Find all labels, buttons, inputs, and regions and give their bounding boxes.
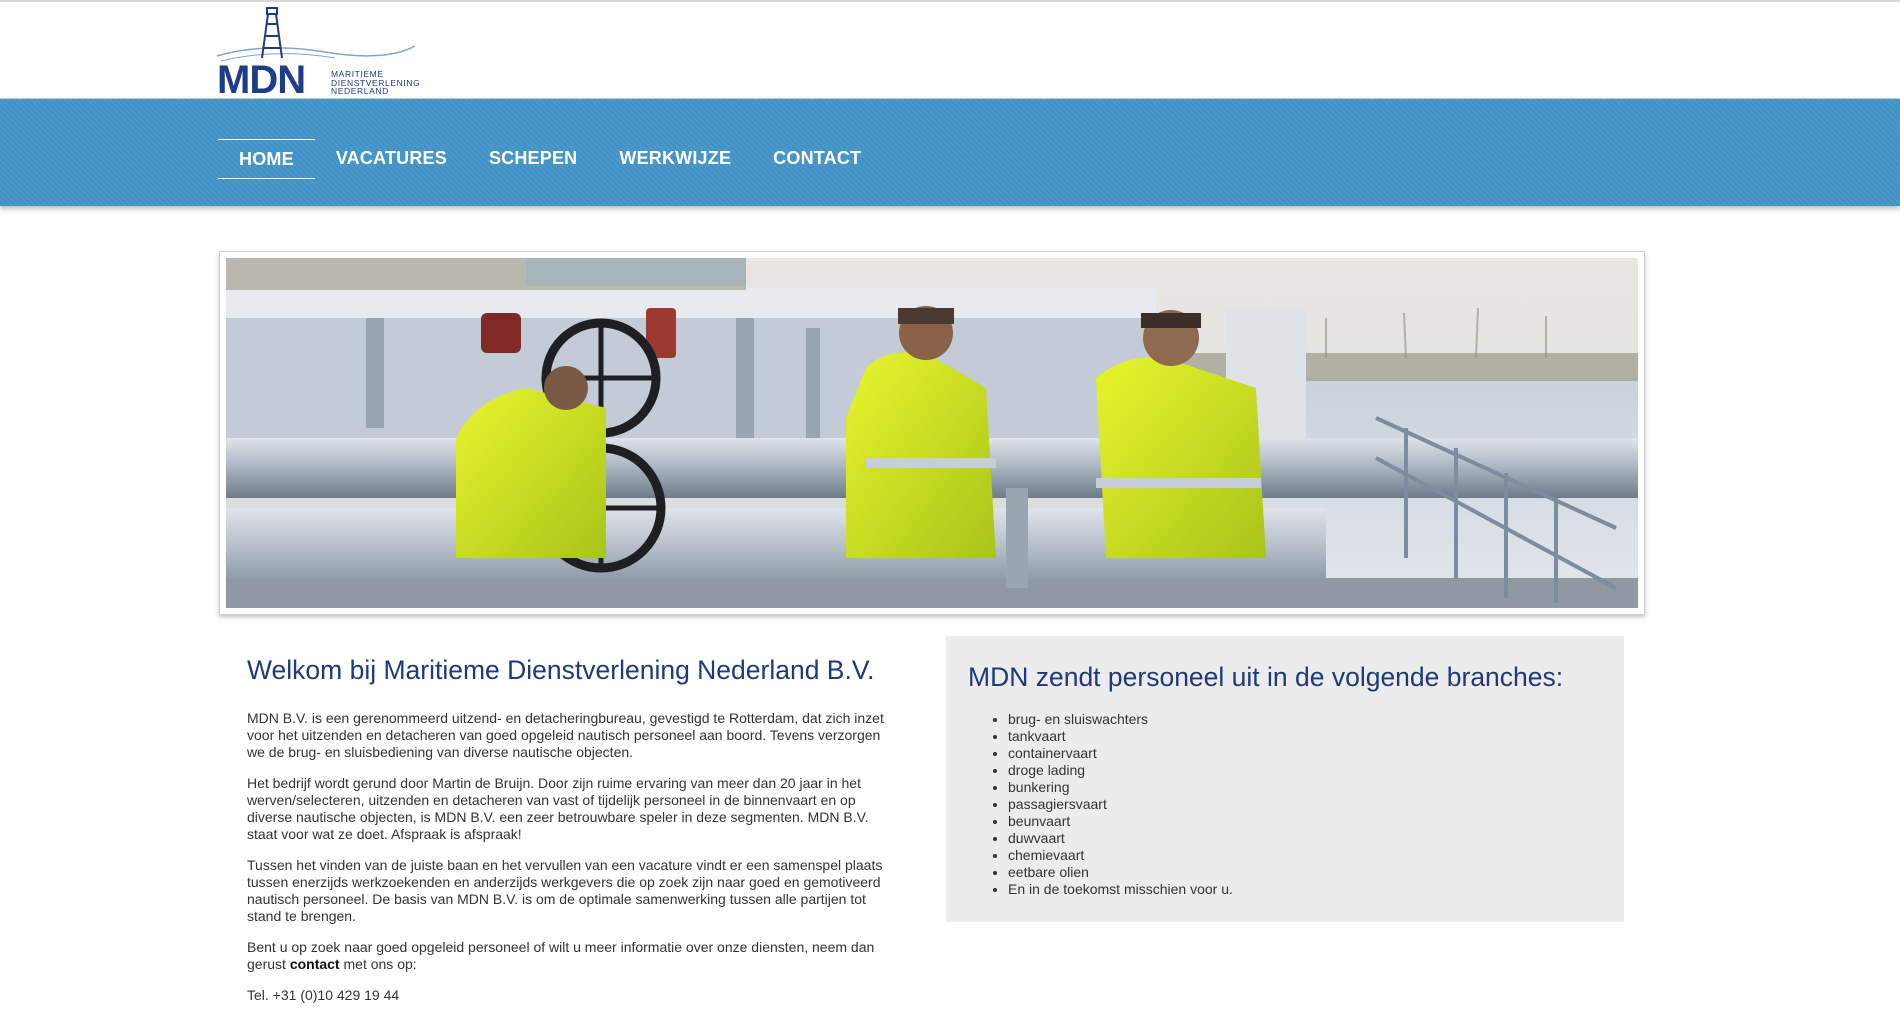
welcome-section: Welkom bij Maritieme Dienstverlening Ned… [247,655,887,1018]
list-item: En in de toekomst misschien voor u. [1008,881,1233,898]
crew-on-deck-image [226,258,1638,608]
list-item: bunkering [1008,779,1233,796]
welcome-paragraph-2: Het bedrijf wordt gerund door Martin de … [247,775,869,842]
branches-panel: MDN zendt personeel uit in de volgende b… [946,636,1624,922]
welcome-paragraph-3: Tussen het vinden van de juiste baan en … [247,857,883,924]
nav-item-vacatures[interactable]: VACATURES [315,139,468,177]
contact-link[interactable]: contact [290,956,340,972]
nav-item-schepen[interactable]: SCHEPEN [468,139,598,177]
list-item: droge lading [1008,762,1233,779]
welcome-paragraph-1: MDN B.V. is een gerenommeerd uitzend- en… [247,710,884,760]
lighthouse-icon [216,7,415,62]
logo-subtitle: Maritieme Dienstverlening Nederland [331,69,421,96]
branches-list: brug- en sluiswachters tankvaart contain… [988,711,1233,898]
list-item: brug- en sluiswachters [1008,711,1233,728]
list-item: eetbare olien [1008,864,1233,881]
nav-item-contact[interactable]: CONTACT [752,139,882,177]
welcome-paragraph-4: Bent u op zoek naar goed opgeleid person… [247,939,875,972]
logo-wordmark: MDN [217,58,306,102]
list-item: passagiersvaart [1008,796,1233,813]
list-item: tankvaart [1008,728,1233,745]
site-header: MDN Maritieme Dienstverlening Nederland [0,2,1900,102]
list-item: containervaart [1008,745,1233,762]
list-item: duwvaart [1008,830,1233,847]
nav-item-home[interactable]: HOME [218,139,315,179]
hero-banner [219,251,1645,615]
hero-photo [226,258,1638,608]
list-item: beunvaart [1008,813,1233,830]
welcome-title: Welkom bij Maritieme Dienstverlening Ned… [247,655,875,685]
main-navigation: HOME VACATURES SCHEPEN WERKWIJZE CONTACT [0,99,1900,206]
nav-item-werkwijze[interactable]: WERKWIJZE [598,139,752,177]
branches-title: MDN zendt personeel uit in de volgende b… [968,662,1564,692]
phone-number: Tel. +31 (0)10 429 19 44 [247,987,400,1003]
list-item: chemievaart [1008,847,1233,864]
mdn-logo[interactable]: MDN Maritieme Dienstverlening Nederland [215,6,435,102]
